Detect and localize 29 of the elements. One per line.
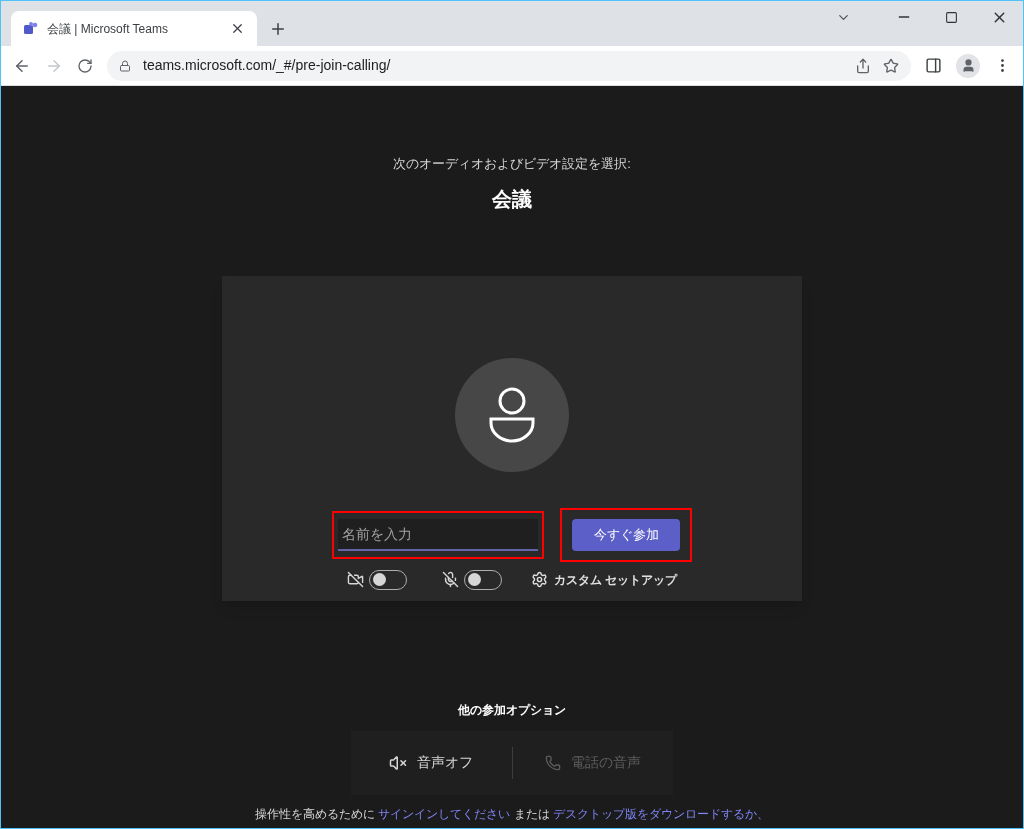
meeting-title: 会議: [492, 186, 532, 212]
other-options-title: 他の参加オプション: [458, 701, 566, 719]
address-bar[interactable]: teams.microsoft.com/_#/pre-join-calling/: [107, 50, 911, 81]
app-logo-icon: [23, 20, 39, 37]
reload-icon[interactable]: [77, 57, 93, 74]
speaker-muted-icon: [389, 753, 408, 772]
custom-setup-button[interactable]: カスタム セットアップ: [530, 570, 678, 589]
name-field[interactable]: 名前を入力: [338, 518, 538, 551]
maximize-icon[interactable]: [945, 10, 958, 24]
footer-text: 操作性を高めるために サインインしてください または デスクトップ版をダウンロードするか、: [255, 805, 769, 823]
join-now-button[interactable]: 今すぐ参加: [572, 518, 680, 551]
sign-in-link[interactable]: サインインしてください: [378, 806, 511, 821]
url-text: teams.microsoft.com/_#/pre-join-calling/: [143, 56, 392, 75]
side-panel-icon[interactable]: [925, 57, 942, 74]
tab-title: 会議 | Microsoft Teams: [47, 20, 169, 38]
share-icon[interactable]: [855, 57, 871, 74]
profile-avatar[interactable]: [956, 53, 980, 78]
subtitle: 次のオーディオおよびビデオ設定を選択:: [393, 155, 631, 173]
camera-off-icon: [346, 571, 364, 588]
close-tab-icon[interactable]: [230, 21, 245, 36]
bookmark-star-icon[interactable]: [883, 57, 899, 74]
join-option-button[interactable]: 音声オフ: [351, 752, 512, 773]
browser-tab[interactable]: 会議 | Microsoft Teams: [11, 11, 257, 46]
download-link[interactable]: デスクトップ版をダウンロードするか、: [553, 806, 769, 821]
lock-icon: [119, 59, 131, 72]
phone-icon: [544, 754, 561, 771]
new-tab-icon[interactable]: [269, 20, 287, 38]
mic-off-icon: [441, 571, 459, 588]
settings-icon: [530, 571, 548, 588]
